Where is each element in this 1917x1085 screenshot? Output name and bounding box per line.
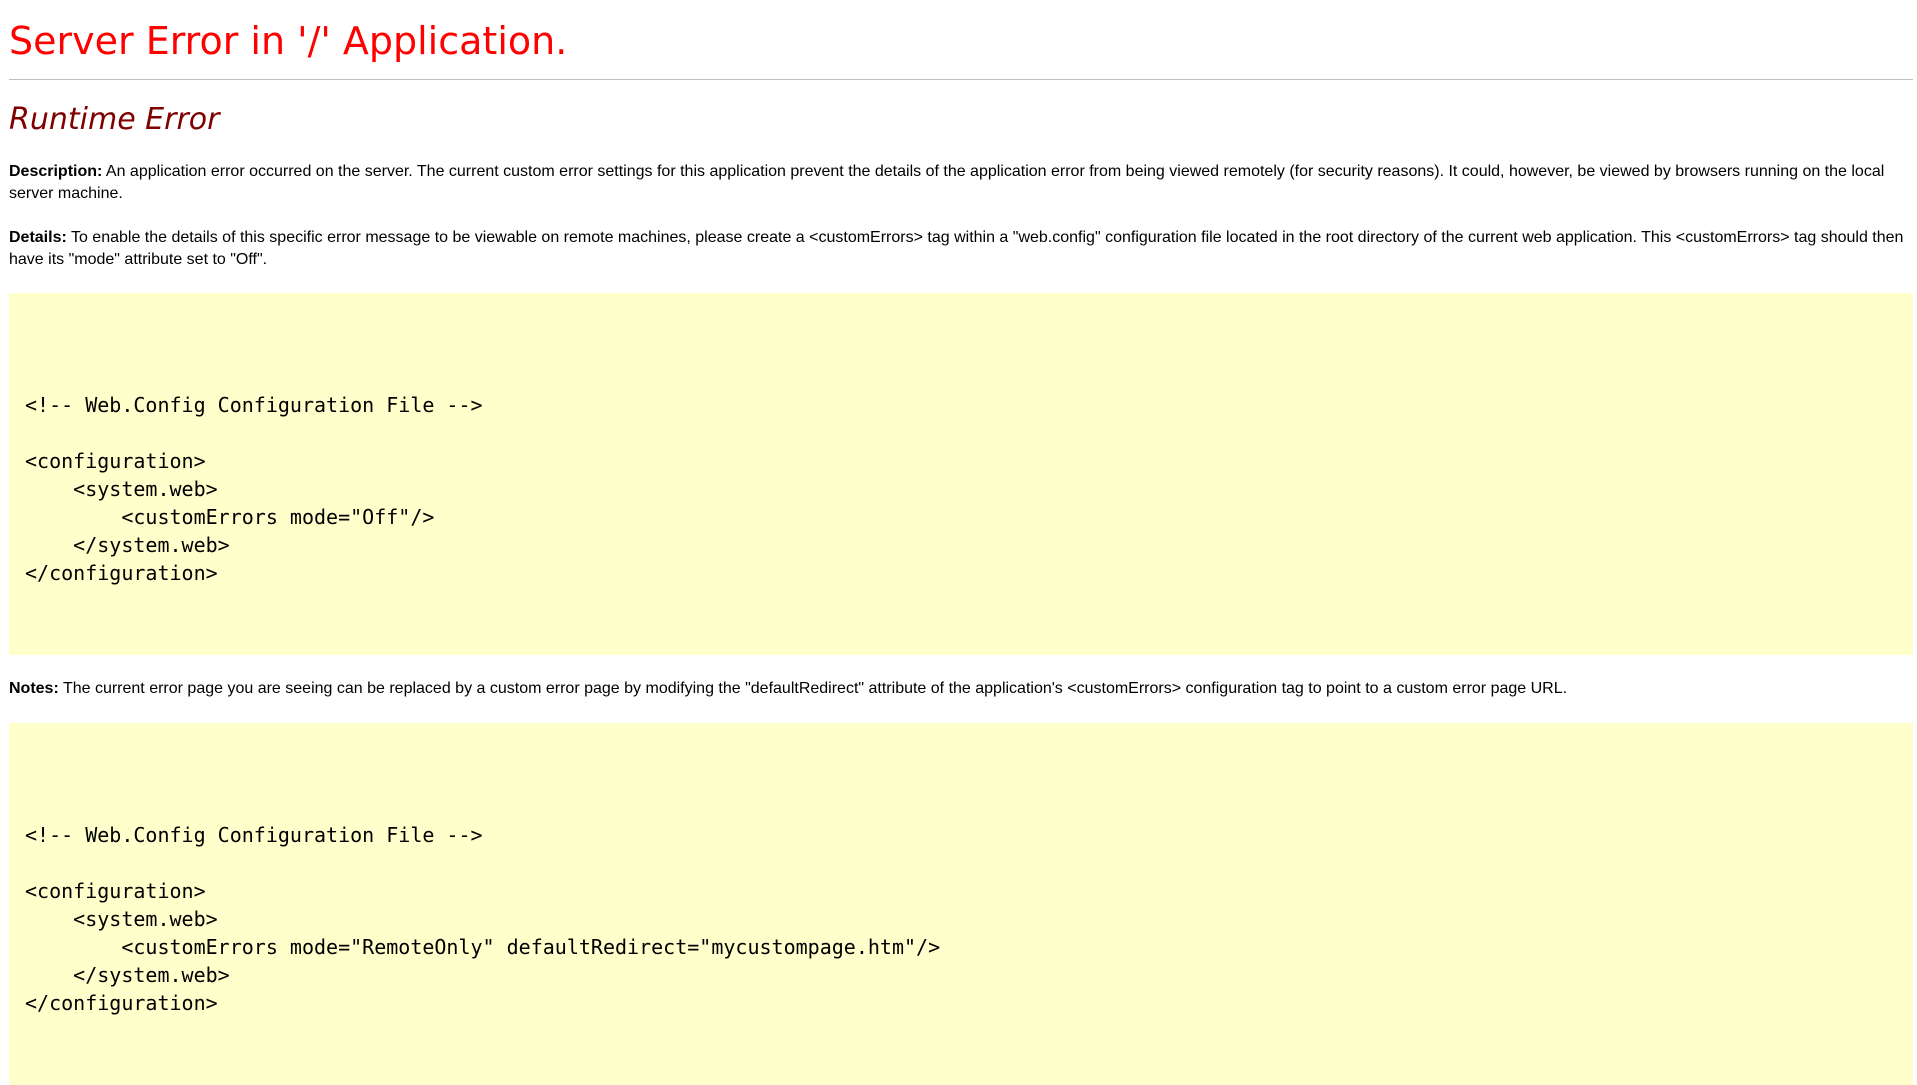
notes-paragraph: Notes: The current error page you are se… [9,655,1913,700]
details-text: To enable the details of this specific e… [9,229,1904,268]
code-line: <configuration> [25,879,206,903]
code-line: <!-- Web.Config Configuration File --> [25,823,483,847]
code-line: <system.web> [25,907,218,931]
description-paragraph: Description: An application error occurr… [9,138,1913,205]
code-line: <system.web> [25,477,218,501]
description-label: Description: [9,163,103,180]
code-line: <customErrors mode="RemoteOnly" defaultR… [25,935,941,959]
code-line: </configuration> [25,561,218,585]
error-subtitle: Runtime Error [9,102,220,137]
config-code-block-remoteonly: <!-- Web.Config Configuration File --> <c… [9,723,1913,1085]
details-label: Details: [9,229,67,246]
error-page: Server Error in '/' Application. Runtime… [0,0,1917,1085]
code-line: </system.web> [25,963,230,987]
notes-label: Notes: [9,680,59,697]
notes-text: The current error page you are seeing ca… [58,680,1568,697]
code-line: </configuration> [25,991,218,1015]
description-text: An application error occurred on the ser… [9,163,1885,202]
code-line: <configuration> [25,449,206,473]
page-title: Server Error in '/' Application. [9,19,568,63]
details-paragraph: Details: To enable the details of this s… [9,205,1913,271]
config-code-block-off: <!-- Web.Config Configuration File --> <c… [9,293,1913,655]
code-line: <customErrors mode="Off"/> [25,505,435,529]
code-line: <!-- Web.Config Configuration File --> [25,393,483,417]
code-line: </system.web> [25,533,230,557]
